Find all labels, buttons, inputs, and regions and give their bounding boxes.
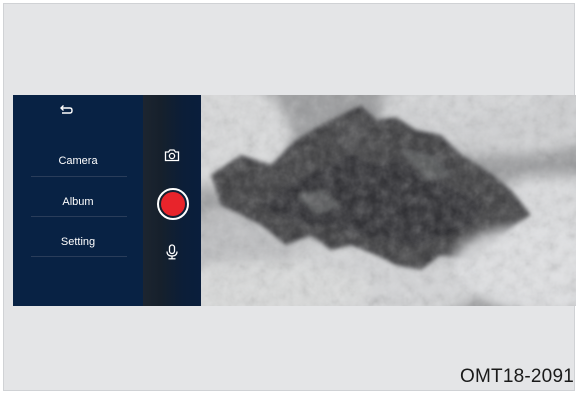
camera-screen: Camera Album Setting: [13, 95, 576, 306]
menu-item-label: Camera: [58, 155, 98, 167]
menu-divider: [31, 256, 127, 257]
menu-item-camera[interactable]: Camera: [28, 141, 128, 181]
camera-icon[interactable]: [164, 148, 180, 162]
menu-divider: [31, 216, 127, 217]
record-icon: [161, 192, 185, 216]
menu-item-label: Setting: [60, 236, 96, 248]
control-strip: [143, 95, 201, 306]
figure-caption: OMT18-2091: [460, 366, 574, 387]
menu-divider: [31, 176, 127, 177]
side-menu: Camera Album Setting: [13, 95, 143, 306]
camera-preview: [201, 95, 576, 306]
microphone-icon[interactable]: [165, 244, 179, 260]
back-arrow-icon[interactable]: [58, 103, 74, 117]
preview-image: [201, 95, 576, 306]
menu-item-label: Album: [62, 196, 94, 208]
record-button[interactable]: [157, 188, 189, 220]
